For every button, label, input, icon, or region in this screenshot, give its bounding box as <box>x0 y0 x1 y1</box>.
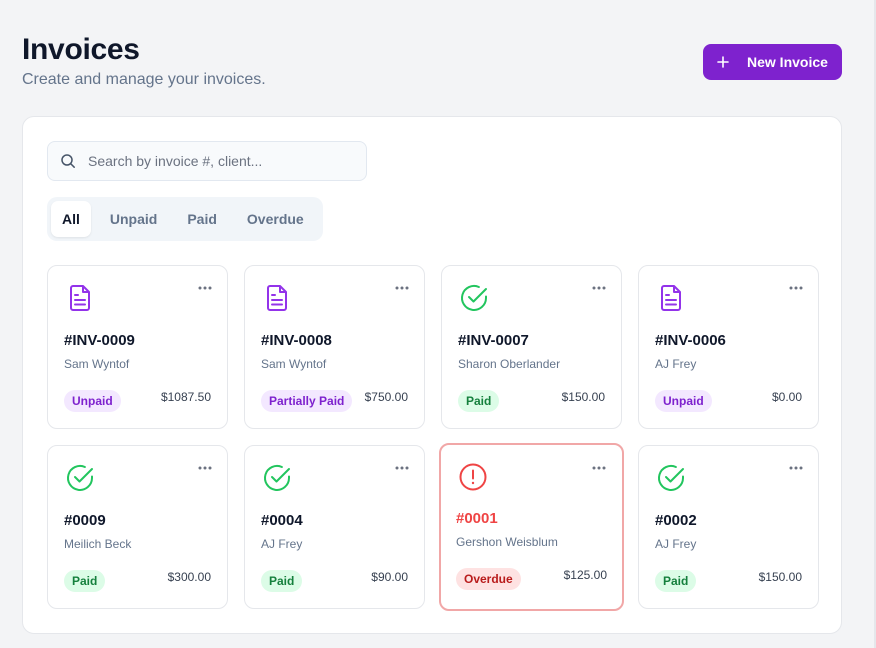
status-badge: Partially Paid <box>261 390 353 412</box>
search-icon <box>61 154 75 168</box>
invoice-number: #0009 <box>64 512 106 529</box>
invoice-card[interactable]: #INV-0009 Sam Wyntof Unpaid $1087.50 <box>47 265 228 429</box>
invoice-card[interactable]: #0004 AJ Frey Paid $90.00 <box>244 445 425 609</box>
invoice-number: #INV-0006 <box>655 332 726 349</box>
invoice-number: #0001 <box>456 510 498 527</box>
invoice-number: #INV-0007 <box>458 332 529 349</box>
client-name: AJ Frey <box>655 537 697 551</box>
invoice-amount: $90.00 <box>371 570 408 584</box>
invoice-card[interactable]: #0009 Meilich Beck Paid $300.00 <box>47 445 228 609</box>
page-title: Invoices <box>22 33 140 66</box>
check-circle-icon <box>658 464 684 491</box>
plus-icon <box>717 56 729 68</box>
more-options-icon[interactable] <box>789 286 803 290</box>
invoice-amount: $300.00 <box>167 570 211 584</box>
status-badge: Paid <box>261 570 303 592</box>
status-badge: Paid <box>458 390 500 412</box>
more-options-icon[interactable] <box>198 286 212 290</box>
invoice-card[interactable]: #0002 AJ Frey Paid $150.00 <box>638 445 819 609</box>
invoice-amount: $0.00 <box>771 390 802 404</box>
tab-overdue[interactable]: Overdue <box>232 201 319 237</box>
client-name: Gershon Weisblum <box>456 535 558 549</box>
more-options-icon[interactable] <box>395 466 409 470</box>
document-icon <box>70 285 90 311</box>
more-options-icon[interactable] <box>395 286 409 290</box>
more-options-icon[interactable] <box>198 466 212 470</box>
status-badge: Unpaid <box>64 390 121 412</box>
invoice-amount: $1087.50 <box>160 390 211 404</box>
check-circle-icon <box>67 464 93 491</box>
search-box[interactable] <box>47 141 367 181</box>
new-invoice-label: New Invoice <box>747 54 828 70</box>
check-circle-icon <box>264 464 290 491</box>
tab-all[interactable]: All <box>51 201 91 237</box>
client-name: AJ Frey <box>261 537 303 551</box>
more-options-icon[interactable] <box>789 466 803 470</box>
alert-circle-icon <box>459 463 487 491</box>
tab-unpaid[interactable]: Unpaid <box>95 201 172 237</box>
client-name: Meilich Beck <box>64 537 132 551</box>
invoice-amount: $125.00 <box>563 568 607 582</box>
invoice-number: #0004 <box>261 512 303 529</box>
client-name: Sam Wyntof <box>64 357 130 371</box>
new-invoice-button[interactable]: New Invoice <box>703 44 842 80</box>
client-name: Sam Wyntof <box>261 357 327 371</box>
tab-paid[interactable]: Paid <box>172 201 232 237</box>
status-filter-tabs: All Unpaid Paid Overdue <box>47 197 323 241</box>
document-icon <box>661 285 681 311</box>
check-circle-icon <box>461 284 487 311</box>
invoices-panel: All Unpaid Paid Overdue #INV-0009 Sam Wy… <box>22 116 842 634</box>
status-badge: Paid <box>655 570 697 592</box>
invoice-number: #INV-0009 <box>64 332 135 349</box>
more-options-icon[interactable] <box>592 286 606 290</box>
invoice-card[interactable]: #INV-0007 Sharon Oberlander Paid $150.00 <box>441 265 622 429</box>
invoice-amount: $150.00 <box>561 390 605 404</box>
invoice-card[interactable]: #INV-0006 AJ Frey Unpaid $0.00 <box>638 265 819 429</box>
client-name: Sharon Oberlander <box>458 357 561 371</box>
page-subtitle: Create and manage your invoices. <box>22 71 266 88</box>
status-badge: Overdue <box>456 568 521 590</box>
status-badge: Unpaid <box>655 390 712 412</box>
page-header: Invoices Create and manage your invoices… <box>22 32 266 89</box>
invoice-number: #0002 <box>655 512 697 529</box>
search-input[interactable] <box>88 153 348 169</box>
invoice-card[interactable]: #INV-0008 Sam Wyntof Partially Paid $750… <box>244 265 425 429</box>
client-name: AJ Frey <box>655 357 697 371</box>
invoice-number: #INV-0008 <box>261 332 332 349</box>
document-icon <box>267 285 287 311</box>
invoice-card-overdue[interactable]: #0001 Gershon Weisblum Overdue $125.00 <box>439 443 624 611</box>
invoice-amount: $150.00 <box>758 570 802 584</box>
more-options-icon[interactable] <box>592 466 606 470</box>
invoice-amount: $750.00 <box>364 390 408 404</box>
status-badge: Paid <box>64 570 106 592</box>
